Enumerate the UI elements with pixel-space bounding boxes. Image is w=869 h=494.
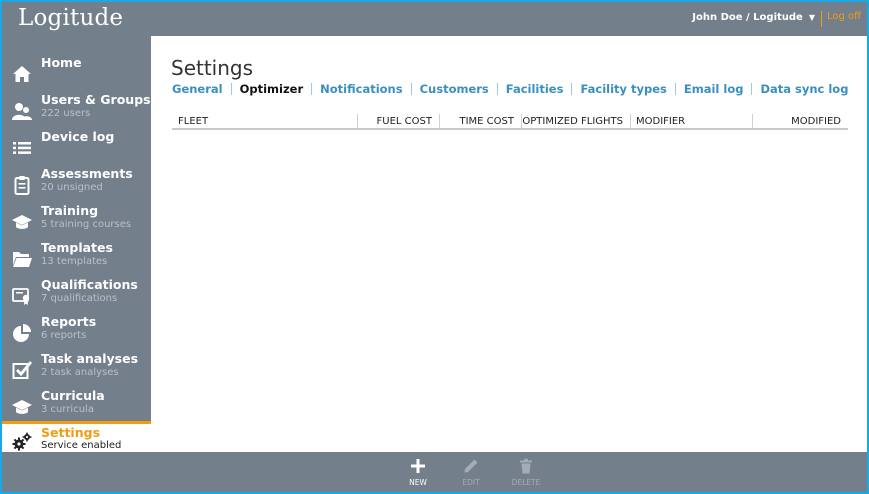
tab-divider [674,83,676,95]
edit-button[interactable]: EDIT [451,458,491,487]
sidebar-item-qualifications[interactable]: Qualifications 7 qualifications [2,276,151,313]
tab-data-sync-log[interactable]: Data sync log [760,82,848,96]
settings-tabs: General Optimizer Notifications Customer… [172,82,848,96]
column-header-modifier[interactable]: MODIFIER [630,114,752,130]
sidebar-item-label: Training [41,203,99,218]
plus-icon [411,459,425,473]
divider [821,11,822,27]
tab-facilities[interactable]: Facilities [506,82,564,96]
tab-facility-types[interactable]: Facility types [580,82,666,96]
chevron-down-icon: ▼ [808,12,815,22]
tab-email-log[interactable]: Email log [684,82,744,96]
new-button[interactable]: NEW [398,458,438,487]
tab-notifications[interactable]: Notifications [320,82,402,96]
sidebar-item-label: Reports [41,314,97,329]
sidebar-item-label: Task analyses [41,351,139,366]
edit-button-label: EDIT [462,478,480,487]
sidebar-item-label: Templates [41,240,113,255]
sidebar-item-subtitle: 7 qualifications [41,293,118,304]
optimizer-grid-header: FLEET FUEL COST TIME COST OPTIMIZED FLIG… [172,114,848,130]
sidebar-item-home[interactable]: Home [2,54,151,91]
tab-divider [230,83,232,95]
column-header-time-cost[interactable]: TIME COST [439,114,521,130]
tab-divider [751,83,753,95]
sidebar-item-settings[interactable]: Settings Service enabled [2,421,151,452]
column-header-optimized-flights[interactable]: OPTIMIZED FLIGHTS [521,114,630,130]
pie-chart-icon [12,323,32,343]
sidebar-item-label: Home [41,55,82,70]
sidebar-item-assessments[interactable]: Assessments 20 unsigned [2,165,151,202]
graduation-cap-icon [12,397,32,417]
sidebar-item-device-log[interactable]: Device log [2,128,151,165]
gears-icon [12,432,32,452]
pencil-icon [464,459,478,473]
tab-divider [571,83,573,95]
tab-divider [410,83,412,95]
sidebar-item-label: Assessments [41,166,133,181]
sidebar-item-label: Settings [41,425,101,440]
sidebar-item-reports[interactable]: Reports 6 reports [2,313,151,350]
clipboard-icon [12,175,32,195]
sidebar-item-subtitle: 3 curricula [41,404,94,415]
column-header-fleet[interactable]: FLEET [172,114,357,128]
delete-button-label: DELETE [511,478,541,487]
users-icon [12,101,32,121]
tab-divider [496,83,498,95]
certificate-icon [12,286,32,306]
new-button-label: NEW [409,478,427,487]
tab-optimizer[interactable]: Optimizer [240,82,304,96]
sidebar-item-subtitle: 20 unsigned [41,182,103,193]
tab-divider [311,83,313,95]
sidebar-item-training[interactable]: Training 5 training courses [2,202,151,239]
user-name: John Doe / Logitude [692,12,803,23]
sidebar-item-label: Users & Groups [41,92,151,107]
sidebar-item-templates[interactable]: Templates 13 templates [2,239,151,276]
sidebar-item-subtitle: 2 task analyses [41,367,119,378]
sidebar-item-subtitle: 13 templates [41,256,108,267]
tab-general[interactable]: General [172,82,223,96]
sidebar-item-subtitle: 6 reports [41,330,87,341]
sidebar-item-label: Device log [41,129,115,144]
folder-icon [12,249,32,269]
page-title: Settings [171,56,254,80]
graduation-cap-icon [12,212,32,232]
user-menu[interactable]: John Doe / Logitude ▼ [692,12,815,23]
sidebar-item-users-groups[interactable]: Users & Groups 222 users [2,91,151,128]
sidebar-item-task-analyses[interactable]: Task analyses 2 task analyses [2,350,151,387]
checkbox-icon [12,360,33,380]
logoff-link[interactable]: Log off [827,11,861,22]
sidebar-item-subtitle: 222 users [41,108,91,119]
tab-customers[interactable]: Customers [420,82,489,96]
bottom-toolbar: NEW EDIT DELETE [2,452,867,492]
home-icon [12,64,32,84]
main-content: Settings General Optimizer Notifications… [151,36,867,452]
sidebar-item-label: Qualifications [41,277,138,292]
sidebar-item-curricula[interactable]: Curricula 3 curricula [2,387,151,424]
sidebar-item-subtitle: 5 training courses [41,219,132,230]
column-header-modified[interactable]: MODIFIED [752,114,848,130]
top-bar: Logitude John Doe / Logitude ▼ Log off [2,2,867,36]
sidebar-item-label: Curricula [41,388,105,403]
delete-button[interactable]: DELETE [506,458,546,487]
sidebar-item-subtitle: Service enabled [41,440,122,451]
list-icon [12,138,32,158]
trash-icon [520,458,532,474]
logo: Logitude [18,5,124,31]
sidebar: Home Users & Groups 222 users Device log… [2,36,151,452]
column-header-fuel-cost[interactable]: FUEL COST [357,114,439,130]
app-window: Logitude John Doe / Logitude ▼ Log off Ho… [2,2,867,492]
